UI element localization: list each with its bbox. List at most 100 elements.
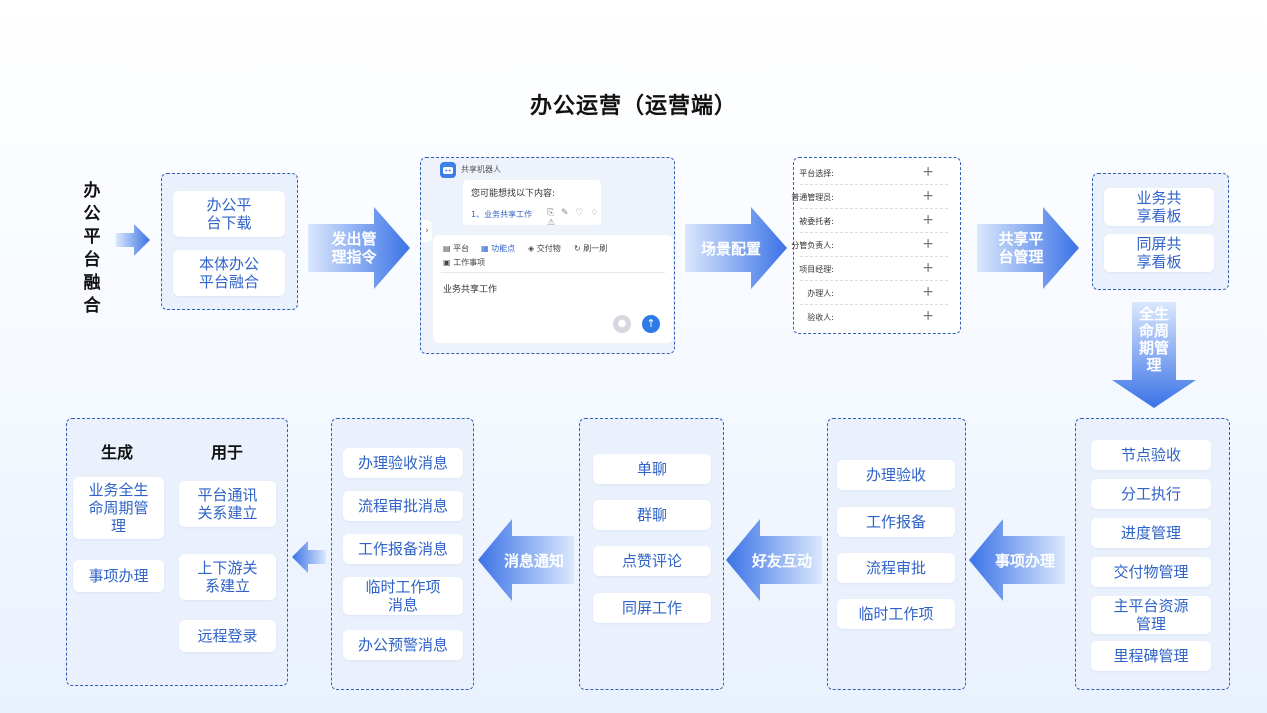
message-actions-icons[interactable]: ⎘ ✎ ♡ ♢ ⚠: [547, 208, 601, 228]
chat-composer: ▤ 平台 ▦ 功能点 ◈ 交付物 ↻ 刷一刷 ▣ 工作事项 业务共享工作 ● ↑: [433, 235, 673, 343]
plus-icon[interactable]: +: [922, 260, 934, 276]
arrow-left-label: [116, 224, 150, 256]
single-chat-button[interactable]: 单聊: [593, 454, 711, 484]
arrow-label: 全生 命周 期管 理: [1138, 305, 1169, 374]
tab-platform[interactable]: ▤ 平台: [443, 243, 469, 254]
deliverable-manage-button[interactable]: 交付物管理: [1091, 557, 1211, 587]
report-message-button[interactable]: 工作报备消息: [343, 534, 463, 564]
field-label: 平台选择:: [799, 169, 834, 178]
download-box: 办公平 台下载 本体办公 平台融合: [161, 173, 298, 310]
handle-acceptance-button[interactable]: 办理验收: [837, 460, 955, 490]
updown-relation-button[interactable]: 上下游关 系建立: [179, 554, 276, 600]
arrow-scene-config: 场景配置: [685, 207, 787, 289]
arrow-friend-interaction: 好友互动: [726, 519, 822, 601]
matter-result-button[interactable]: 事项办理: [73, 560, 164, 592]
usage-header: 用于: [211, 443, 244, 462]
plus-icon[interactable]: +: [922, 236, 934, 252]
temp-work-button[interactable]: 临时工作项: [837, 599, 955, 629]
left-label: 办公平台融合: [83, 181, 101, 316]
messages-box: 办理验收消息 流程审批消息 工作报备消息 临时工作项 消息 办公预警消息: [331, 418, 474, 690]
bot-message: 您可能想找以下内容: 1、业务共享工作 ⎘ ✎ ♡ ♢ ⚠: [463, 180, 601, 228]
remote-login-button[interactable]: 远程登录: [179, 620, 276, 652]
tab-refresh[interactable]: ↻ 刷一刷: [574, 243, 607, 254]
temp-work-message-button[interactable]: 临时工作项 消息: [343, 577, 463, 615]
tab-label: 交付物: [536, 244, 561, 253]
tab-features[interactable]: ▦ 功能点: [481, 243, 515, 254]
lifecycle-box: 节点验收 分工执行 进度管理 交付物管理 主平台资源 管理 里程碑管理: [1075, 418, 1230, 690]
form-row[interactable]: 平台选择: +: [799, 162, 948, 185]
arrow-share-platform: 共享平 台管理: [977, 207, 1079, 289]
tab-work-items[interactable]: ▣ 工作事项: [443, 257, 485, 268]
arrow-lifecycle: 全生 命周 期管 理: [1112, 302, 1196, 408]
collapse-icon[interactable]: ›: [422, 220, 432, 242]
platform-merge-button[interactable]: 本体办公 平台融合: [173, 250, 285, 296]
plus-icon[interactable]: +: [922, 308, 934, 324]
lifecycle-result-button[interactable]: 业务全生 命周期管 理: [73, 477, 164, 539]
generate-header: 生成: [101, 443, 134, 462]
division-execute-button[interactable]: 分工执行: [1091, 479, 1211, 509]
acceptance-message-button[interactable]: 办理验收消息: [343, 448, 463, 478]
plus-icon[interactable]: +: [922, 164, 934, 180]
suggestion-link[interactable]: 1、业务共享工作: [471, 209, 532, 220]
screen-share-board-button[interactable]: 同屏共 享看板: [1104, 234, 1214, 272]
bot-prompt: 您可能想找以下内容:: [471, 189, 556, 199]
business-board-button[interactable]: 业务共 享看板: [1104, 188, 1214, 226]
arrow-label: 事项办理: [994, 552, 1055, 570]
group-chat-button[interactable]: 群聊: [593, 500, 711, 530]
arrow-matter-handling: 事项办理: [969, 519, 1065, 601]
warning-message-button[interactable]: 办公预警消息: [343, 630, 463, 660]
arrow-label: 场景配置: [700, 240, 761, 258]
arrow-label: 共享平 台管理: [998, 230, 1044, 266]
tab-label: 功能点: [491, 244, 516, 253]
field-label: 验收人:: [807, 313, 834, 322]
plus-icon[interactable]: +: [922, 188, 934, 204]
chat-panel: 共享机器人 您可能想找以下内容: 1、业务共享工作 ⎘ ✎ ♡ ♢ ⚠ › ▤ …: [420, 157, 675, 354]
resource-manage-button[interactable]: 主平台资源 管理: [1091, 596, 1211, 634]
download-app-button[interactable]: 办公平 台下载: [173, 191, 285, 237]
arrow-issue-command: 发出管 理指令: [308, 207, 410, 289]
arrow-label: 发出管 理指令: [331, 230, 377, 266]
form-row[interactable]: 项目经理: +: [799, 258, 948, 281]
config-form: 平台选择: + 普通管理员: + 被委托者: + 分管负责人: + 项目经理: + 办理人…: [791, 157, 961, 334]
form-row[interactable]: 普通管理员: +: [791, 186, 948, 209]
bot-name: 共享机器人: [461, 165, 501, 174]
send-icon[interactable]: ↑: [642, 315, 660, 333]
friends-box: 单聊 群聊 点赞评论 同屏工作: [579, 418, 724, 690]
comm-relation-button[interactable]: 平台通讯 关系建立: [179, 481, 276, 527]
share-board-box: 业务共 享看板 同屏共 享看板: [1092, 173, 1229, 290]
arrow-label: 好友互动: [751, 552, 812, 570]
process-approval-button[interactable]: 流程审批: [837, 553, 955, 583]
arrow-to-result: [292, 541, 326, 573]
milestone-manage-button[interactable]: 里程碑管理: [1091, 641, 1211, 671]
plus-icon[interactable]: +: [922, 212, 934, 228]
form-row[interactable]: 分管负责人: +: [791, 234, 948, 257]
form-row[interactable]: 被委托者: +: [799, 210, 948, 233]
arrow-label: 消息通知: [503, 552, 564, 570]
work-report-button[interactable]: 工作报备: [837, 507, 955, 537]
field-label: 分管负责人:: [791, 241, 834, 250]
tab-label: 平台: [453, 244, 470, 253]
form-row[interactable]: 办理人: +: [800, 282, 948, 305]
form-row[interactable]: 验收人: +: [800, 306, 948, 328]
chat-input[interactable]: 业务共享工作: [443, 282, 497, 295]
result-box: 生成 用于 业务全生 命周期管 理 事项办理 平台通讯 关系建立 上下游关 系建…: [66, 418, 288, 686]
tab-label: 刷一刷: [583, 244, 608, 253]
approval-message-button[interactable]: 流程审批消息: [343, 491, 463, 521]
divider: [441, 272, 665, 273]
progress-manage-button[interactable]: 进度管理: [1091, 518, 1211, 548]
field-label: 项目经理:: [799, 265, 834, 274]
tab-deliverables[interactable]: ◈ 交付物: [528, 243, 561, 254]
arrow-message-notify: 消息通知: [478, 519, 574, 601]
tab-label: 工作事项: [453, 258, 486, 267]
node-acceptance-button[interactable]: 节点验收: [1091, 440, 1211, 470]
matters-box: 办理验收 工作报备 流程审批 临时工作项: [827, 418, 966, 690]
like-comment-button[interactable]: 点赞评论: [593, 546, 711, 576]
page-title: 办公运营（运营端）: [529, 94, 737, 119]
robot-icon: [440, 162, 456, 178]
field-label: 被委托者:: [799, 217, 834, 226]
field-label: 普通管理员:: [791, 193, 834, 202]
screen-share-work-button[interactable]: 同屏工作: [593, 593, 711, 623]
microphone-icon[interactable]: ●: [613, 315, 631, 333]
field-label: 办理人:: [807, 289, 834, 298]
plus-icon[interactable]: +: [922, 284, 934, 300]
